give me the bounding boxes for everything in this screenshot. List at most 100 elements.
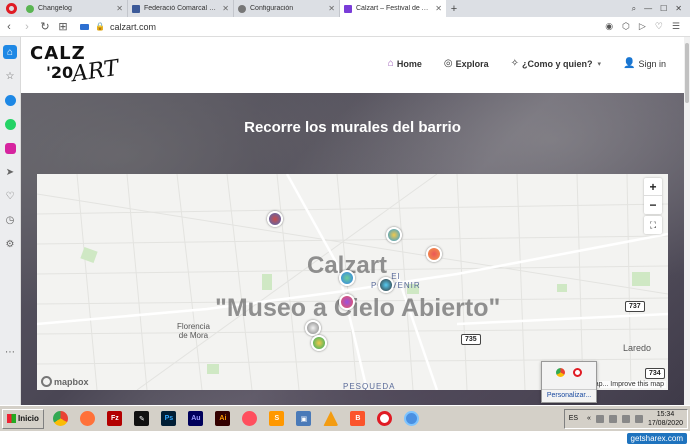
url-text[interactable]: calzart.com — [110, 22, 156, 32]
audition-app-icon[interactable]: Au — [185, 409, 207, 429]
fullscreen-icon[interactable]: ⛶ — [644, 216, 662, 234]
start-label: Inicio — [18, 414, 39, 423]
whatsapp-icon[interactable] — [3, 117, 17, 131]
inkscape-app-icon[interactable]: ✎ — [131, 409, 153, 429]
logo-year: '20 — [46, 63, 74, 82]
opera-tray-icon[interactable] — [573, 368, 582, 377]
mural-marker[interactable] — [386, 227, 402, 243]
star-icon[interactable]: ☆ — [3, 69, 17, 83]
mural-marker[interactable] — [305, 320, 321, 336]
tray-security-icon[interactable] — [621, 414, 630, 423]
new-tab-button[interactable]: + — [446, 0, 462, 17]
main-nav: ⌂ Home ◎ Explora ✧ ¿Como y quien? ▾ 👤 Si… — [388, 58, 666, 69]
flow-icon[interactable]: ▷ — [639, 21, 646, 32]
calzart-favicon-icon — [344, 4, 352, 13]
close-icon[interactable]: ✕ — [222, 4, 229, 13]
nav-home-label: Home — [396, 58, 422, 69]
heart-icon[interactable]: ♡ — [3, 189, 17, 203]
window-close-icon[interactable]: ✕ — [675, 4, 682, 13]
mapbox-logo[interactable]: mapbox — [41, 376, 89, 387]
mural-marker[interactable] — [267, 211, 283, 227]
opera-menu-icon[interactable] — [0, 0, 22, 17]
sublime-app-icon[interactable]: S — [266, 409, 288, 429]
chromium-app-icon[interactable] — [401, 409, 423, 429]
facebook-favicon-icon — [132, 4, 140, 13]
tray-volume-icon[interactable] — [608, 414, 617, 423]
scrollbar-thumb[interactable] — [685, 43, 689, 103]
nav-home[interactable]: ⌂ Home — [388, 58, 422, 69]
more-icon[interactable]: ⋯ — [3, 345, 17, 359]
nav-explora-label: Explora — [455, 58, 489, 69]
messenger-icon[interactable] — [3, 93, 17, 107]
nav-explora[interactable]: ◎ Explora — [444, 58, 489, 69]
maximize-icon[interactable]: ☐ — [660, 4, 667, 13]
hero-title: Recorre los murales del barrio — [244, 119, 461, 136]
photoshop-app-icon[interactable]: Ps — [158, 409, 180, 429]
mural-marker[interactable] — [311, 335, 327, 351]
chrome-tray-icon[interactable] — [556, 368, 565, 377]
nav-como-quien[interactable]: ✧ ¿Como y quien? ▾ — [511, 58, 601, 69]
close-icon[interactable]: ✕ — [328, 4, 335, 13]
home-speed-dial-icon[interactable]: ⌂ — [3, 45, 17, 59]
close-icon[interactable]: ✕ — [116, 4, 123, 13]
url-field[interactable]: 🔒 calzart.com — [80, 22, 156, 32]
firefox-app-icon[interactable] — [77, 409, 99, 429]
nav-sign-in-label: Sign in — [638, 58, 666, 69]
calzart-logo[interactable]: CALZ '20 ART — [30, 43, 120, 87]
mural-marker[interactable] — [426, 246, 442, 262]
mural-marker[interactable] — [378, 277, 394, 293]
clock[interactable]: 15:34 17/08/2020 — [648, 410, 683, 428]
history-clock-icon[interactable]: ◷ — [3, 213, 17, 227]
tray-network-icon[interactable] — [595, 414, 604, 423]
tab-calzart[interactable]: Calzart – Festival de Arte Urb ✕ — [340, 0, 446, 17]
capture-footer: getsharex.com — [0, 431, 690, 447]
tab-label: Federació Comarcal CGT Bar — [144, 5, 220, 12]
mural-map[interactable]: Calzart "Museo a Cielo Abierto" Florenci… — [37, 174, 668, 390]
illustrator-app-icon[interactable]: Ai — [212, 409, 234, 429]
filezilla-app-icon[interactable]: Fz — [104, 409, 126, 429]
nav-sign-in[interactable]: 👤 Sign in — [623, 58, 666, 69]
adblock-icon[interactable]: ⬡ — [622, 21, 630, 32]
windows-flag-icon — [7, 414, 16, 423]
vlc-app-icon[interactable] — [320, 409, 342, 429]
start-button[interactable]: Inicio — [2, 408, 44, 429]
language-indicator[interactable]: ES — [569, 415, 578, 422]
brave-app-icon[interactable]: B — [347, 409, 369, 429]
settings-gear-icon[interactable]: ⚙ — [3, 237, 17, 251]
firefox-dev-app-icon[interactable] — [239, 409, 261, 429]
tray-update-icon[interactable] — [634, 414, 643, 423]
chrome-app-icon[interactable] — [50, 409, 72, 429]
tab-label: Calzart – Festival de Arte Urb — [356, 5, 432, 12]
road-shield-734: 734 — [645, 368, 665, 379]
tab-changelog[interactable]: Changelog ✕ — [22, 0, 128, 17]
bookmark-heart-icon[interactable]: ♡ — [655, 21, 663, 32]
mural-marker[interactable] — [339, 270, 355, 286]
tab-configuracion[interactable]: Configuración ✕ — [234, 0, 340, 17]
minimize-icon[interactable]: — — [644, 4, 652, 13]
tab-cgt[interactable]: Federació Comarcal CGT Bar ✕ — [128, 0, 234, 17]
instagram-icon[interactable] — [3, 141, 17, 155]
network-app-icon[interactable]: ▣ — [293, 409, 315, 429]
address-bar-tools: ◉ ⬡ ▷ ♡ ☰ — [605, 21, 690, 32]
map-label-laredo: Laredo — [623, 343, 652, 353]
system-tray: ES « 15:34 17/08/2020 — [563, 408, 688, 429]
opera-app-icon[interactable] — [374, 409, 396, 429]
page-scrollbar[interactable] — [684, 37, 690, 405]
close-icon[interactable]: ✕ — [435, 4, 442, 13]
mural-marker[interactable] — [339, 294, 355, 310]
sparkles-icon: ✧ — [510, 58, 519, 69]
forward-icon[interactable]: › — [18, 21, 36, 33]
mapbox-mark-icon — [41, 376, 52, 387]
customize-link[interactable]: Personalizar... — [542, 389, 596, 399]
reload-icon[interactable]: ↻ — [36, 20, 54, 33]
snapshot-icon[interactable]: ◉ — [605, 21, 613, 32]
flow-send-icon[interactable]: ➤ — [3, 165, 17, 179]
back-icon[interactable]: ‹ — [0, 21, 18, 33]
gear-icon — [238, 4, 246, 13]
zoom-out-button[interactable]: − — [644, 196, 662, 214]
extensions-icon[interactable]: ☰ — [672, 21, 680, 32]
zoom-in-button[interactable]: + — [644, 178, 662, 196]
tab-search-icon[interactable]: ⌕ — [632, 4, 636, 14]
tray-expand-icon[interactable]: « — [587, 415, 591, 422]
tabs-grid-icon[interactable]: ⊞ — [54, 20, 72, 33]
